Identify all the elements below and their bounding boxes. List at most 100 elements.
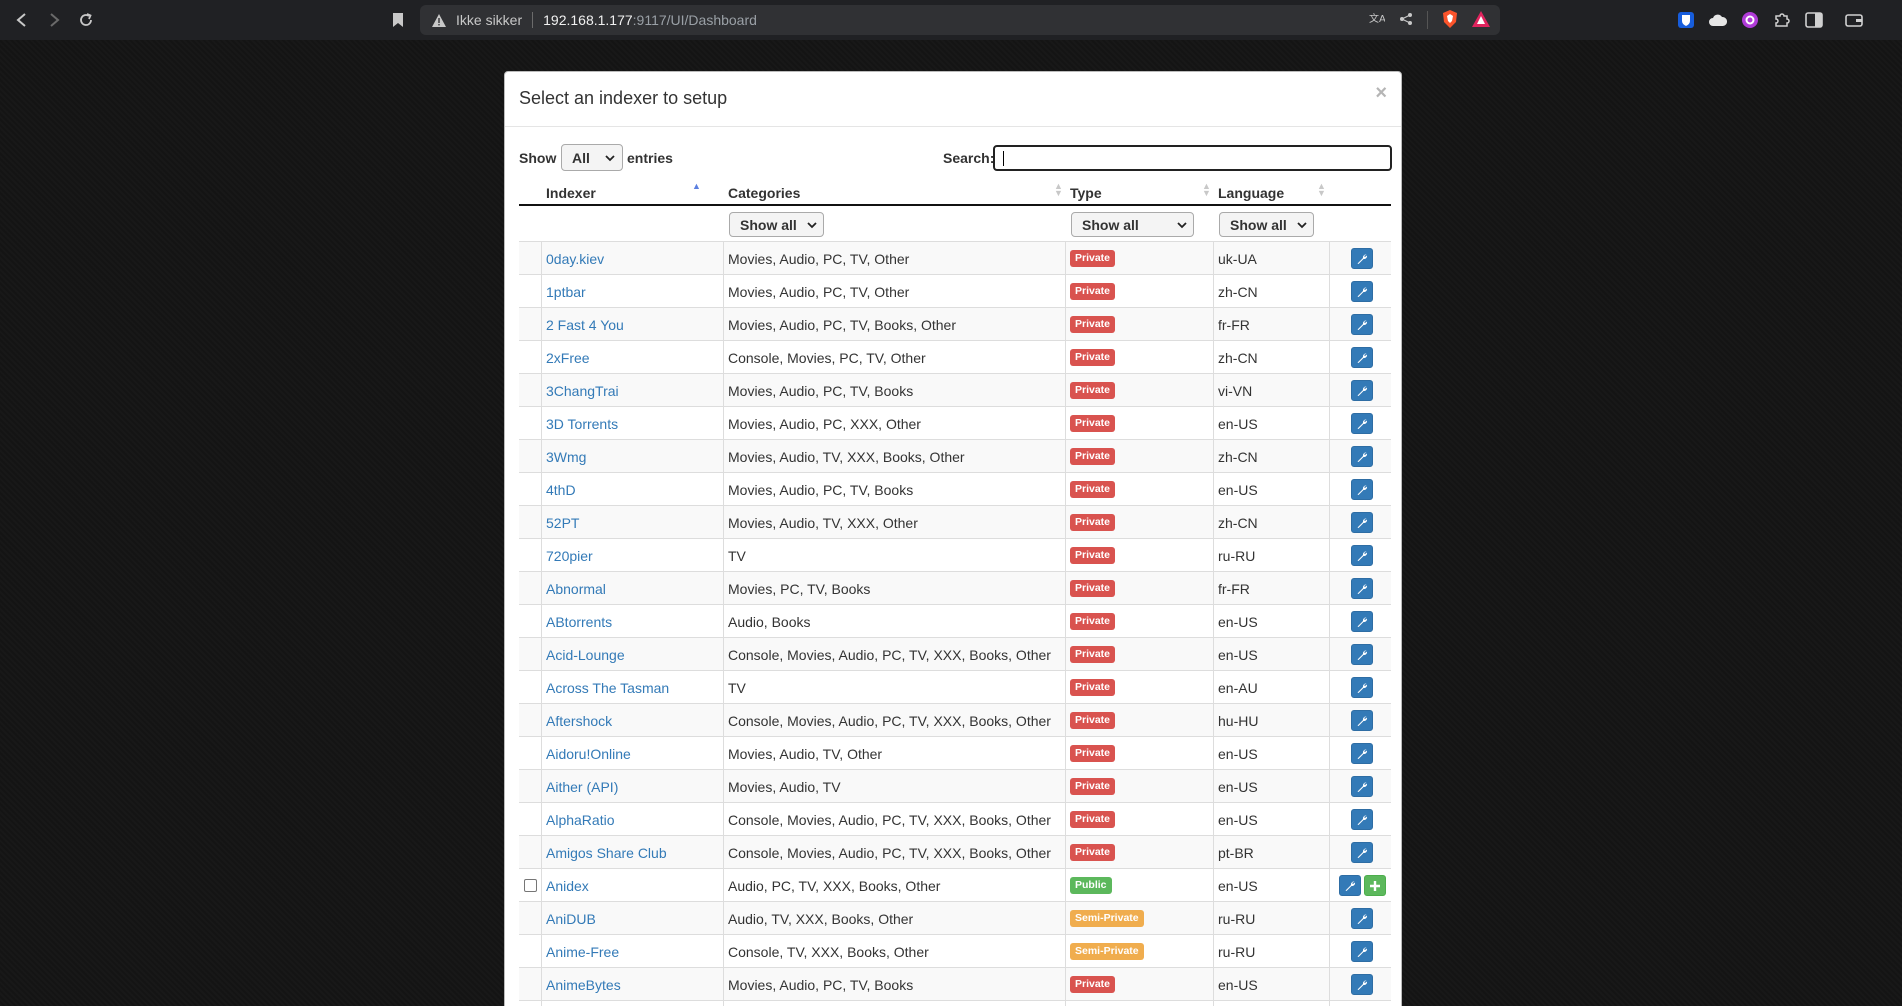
configure-button[interactable] [1351,347,1373,368]
configure-button[interactable] [1351,545,1373,566]
bitwarden-icon[interactable] [1676,10,1696,30]
configure-button[interactable] [1351,710,1373,731]
row-select-cell [519,440,541,473]
add-indexer-button[interactable] [1363,875,1386,896]
indexer-link[interactable]: Acid-Lounge [546,638,625,671]
configure-button[interactable] [1351,578,1373,599]
indexer-categories: Movies, Audio, PC, TV, Books [728,481,914,498]
column-divider [1065,704,1066,737]
configure-button[interactable] [1351,776,1373,797]
bookmark-icon[interactable] [382,4,414,36]
configure-button[interactable] [1351,413,1373,434]
brave-shield-icon[interactable] [1442,9,1458,31]
column-divider [541,704,542,737]
indexer-link[interactable]: 4thD [546,473,576,506]
wrench-icon [1357,451,1368,462]
configure-button[interactable] [1351,512,1373,533]
chevron-down-icon [605,151,615,168]
back-icon[interactable] [6,4,38,36]
language-filter-value: Show all [1230,216,1287,233]
sidebar-icon[interactable] [1804,10,1824,30]
close-button[interactable]: × [1375,82,1387,105]
cloud-icon[interactable] [1708,10,1728,30]
address-bar[interactable]: Ikke sikker 192.168.1.177 :9117/UI/Dashb… [420,5,1500,35]
configure-button[interactable] [1351,281,1373,302]
configure-button[interactable] [1351,479,1373,500]
configure-button[interactable] [1338,875,1361,896]
indexer-link[interactable]: 1ptbar [546,275,586,308]
brave-rewards-icon[interactable] [1472,10,1490,30]
indexer-link[interactable]: 3ChangTrai [546,374,619,407]
sort-icon[interactable]: ▲ ▼ [1202,182,1211,198]
share-icon[interactable] [1399,12,1413,29]
configure-button[interactable] [1351,974,1373,995]
forward-icon[interactable] [38,4,70,36]
type-filter-select[interactable]: Show all [1071,212,1194,237]
column-divider [1329,539,1330,572]
row-actions [1333,902,1391,935]
sort-asc-icon[interactable]: ▲ [692,182,701,191]
column-divider [1213,473,1214,506]
url-separator [532,12,534,28]
indexer-link[interactable]: Aidoru!Online [546,737,631,770]
indexer-link[interactable]: 720pier [546,539,593,572]
entries-length-select[interactable]: All [561,144,623,171]
row-checkbox[interactable] [523,879,537,892]
configure-button[interactable] [1351,314,1373,335]
indexer-link[interactable]: Aftershock [546,704,612,737]
categories-filter-select[interactable]: Show all [729,212,824,237]
indexer-link[interactable]: Anime-Free [546,935,619,968]
indexer-link[interactable]: 3Wmg [546,440,586,473]
column-divider [541,902,542,935]
configure-button[interactable] [1351,941,1373,962]
column-divider [1329,374,1330,407]
sort-icon[interactable]: ▲ ▼ [1054,182,1063,198]
type-badge: Private [1070,349,1116,366]
header-categories[interactable]: Categories [728,185,800,201]
translate-icon[interactable]: 文A [1369,11,1386,30]
indexer-link[interactable]: 2 Fast 4 You [546,308,624,341]
search-input[interactable] [993,145,1392,171]
indexer-link[interactable]: Across The Tasman [546,671,669,704]
extension-icon[interactable] [1772,10,1792,30]
indexer-link[interactable]: AlphaRatio [546,803,615,836]
configure-button[interactable] [1351,677,1373,698]
header-language[interactable]: Language [1218,185,1284,201]
column-divider [1213,275,1214,308]
indexer-link[interactable]: AnimeBytes [546,968,621,1001]
header-type[interactable]: Type [1070,185,1102,201]
language-filter-select[interactable]: Show all [1219,212,1314,237]
type-badge: Private [1070,514,1116,531]
indexer-link[interactable]: 52PT [546,506,579,539]
indexer-link[interactable]: Aither (API) [546,770,618,803]
configure-button[interactable] [1351,380,1373,401]
configure-button[interactable] [1351,644,1373,665]
configure-button[interactable] [1351,446,1373,467]
row-select-cell [519,1001,541,1006]
sort-icon[interactable]: ▲ ▼ [1317,182,1326,198]
indexer-link[interactable]: 0day.kiev [546,242,604,275]
indexer-link[interactable]: Amigos Share Club [546,836,667,869]
indexer-link[interactable]: 2xFree [546,341,590,374]
type-badge: Semi-Private [1070,943,1144,960]
indexer-link[interactable]: Abnormal [546,572,606,605]
configure-button[interactable] [1351,842,1373,863]
column-divider [1213,407,1214,440]
indexer-type-cell: Private [1070,539,1116,572]
indexer-link[interactable]: AniDUB [546,902,596,935]
configure-button[interactable] [1351,908,1373,929]
wallet-icon[interactable] [1844,10,1864,30]
row-actions [1333,539,1391,572]
configure-button[interactable] [1351,611,1373,632]
indexer-link[interactable]: Anidex [546,869,589,902]
extension-o-icon[interactable] [1740,10,1760,30]
indexer-link[interactable]: 3D Torrents [546,407,618,440]
header-indexer[interactable]: Indexer [546,185,596,201]
column-divider [1213,572,1214,605]
configure-button[interactable] [1351,743,1373,764]
configure-button[interactable] [1351,809,1373,830]
row-select-cell [519,242,541,275]
reload-icon[interactable] [70,4,102,36]
configure-button[interactable] [1351,248,1373,269]
indexer-link[interactable]: ABtorrents [546,605,612,638]
